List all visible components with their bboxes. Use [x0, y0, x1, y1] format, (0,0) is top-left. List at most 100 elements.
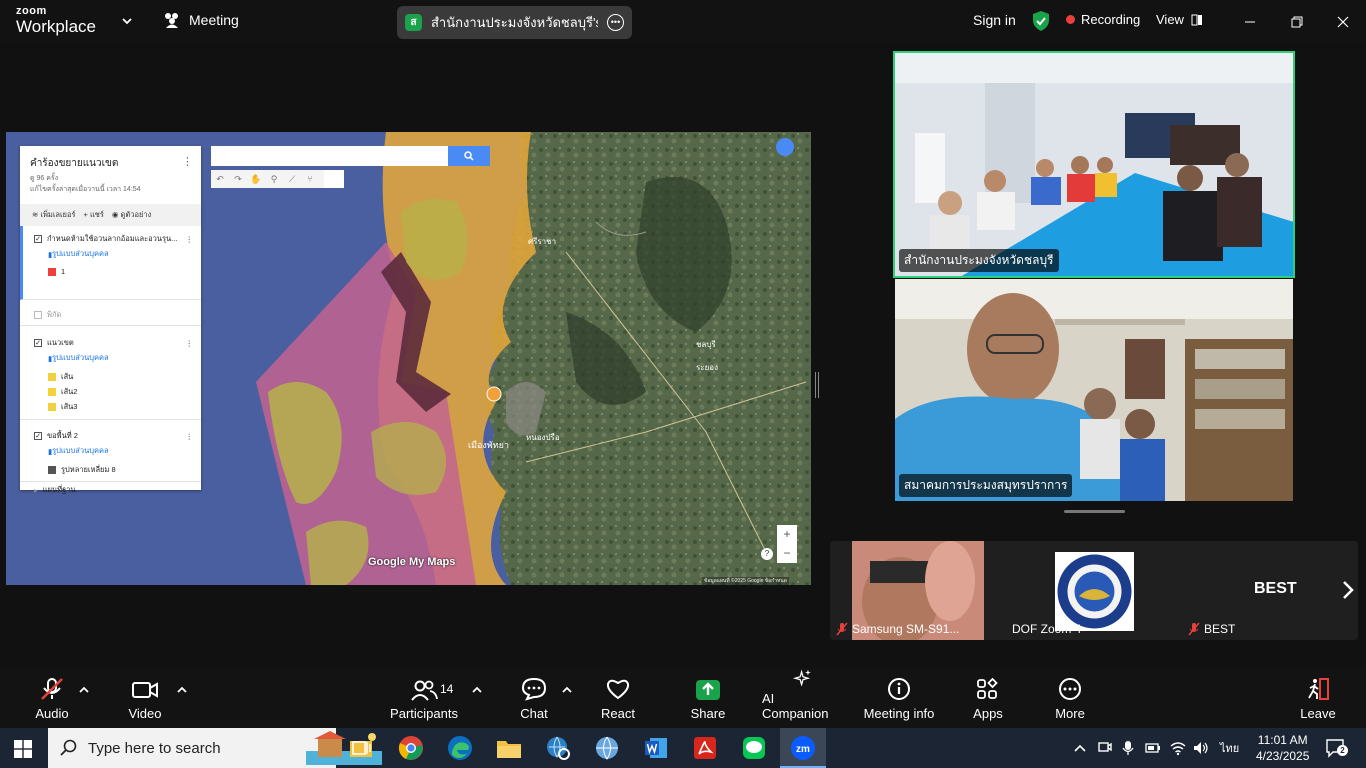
share-map-button[interactable]: + แชร์: [83, 209, 103, 221]
map-search-button[interactable]: [448, 146, 490, 166]
marker-icon[interactable]: ⚲: [265, 170, 283, 188]
edge-icon[interactable]: [445, 734, 475, 762]
preview-button[interactable]: ◉ ดูตัวอย่าง: [112, 209, 151, 221]
maximize-icon[interactable]: [1285, 10, 1309, 34]
layer-1-header[interactable]: ✓ กำหนดห้ามใช้อวนลากอ้อมและอวนรุน... ⋮: [20, 233, 201, 245]
layer-3-item[interactable]: เส้น3: [20, 401, 201, 413]
tile-label: DOF Zoom 4: [1012, 622, 1081, 636]
more-button[interactable]: More: [1048, 669, 1092, 728]
chevron-up-icon[interactable]: [471, 685, 483, 695]
chat-button[interactable]: Chat: [512, 669, 556, 728]
resize-handle[interactable]: [1064, 510, 1125, 513]
participants-button[interactable]: Participants: [390, 669, 458, 728]
chevron-up-icon[interactable]: [78, 685, 90, 695]
map-search-input[interactable]: [211, 146, 448, 166]
kebab-menu-icon[interactable]: ⋮: [186, 432, 194, 441]
view-button[interactable]: View: [1156, 12, 1203, 27]
system-clock[interactable]: 11:01 AM 4/23/2025: [1256, 732, 1309, 764]
file-explorer-icon[interactable]: [494, 734, 524, 762]
video-tile[interactable]: สมาคมการประมงสมุทรปราการ: [895, 279, 1293, 501]
layer-4-checkbox[interactable]: ✓: [34, 432, 42, 440]
layer-2-checkbox[interactable]: [34, 311, 42, 319]
layer-2-header[interactable]: พิกัด: [20, 309, 201, 321]
line-app-icon[interactable]: [739, 734, 769, 762]
undo-icon[interactable]: ↶: [211, 170, 229, 188]
more-icon[interactable]: •••: [607, 14, 624, 31]
layer-4-style[interactable]: ▮ รูปแบบส่วนบุคคล: [20, 445, 201, 457]
share-button[interactable]: Share: [686, 669, 730, 728]
layer-3-item[interactable]: เส้น: [20, 371, 201, 383]
wifi-icon[interactable]: [1170, 740, 1186, 756]
add-layer-button[interactable]: ≋ เพิ่มเลเยอร์: [32, 209, 75, 221]
sign-in-button[interactable]: Sign in: [973, 12, 1016, 28]
kebab-menu-icon[interactable]: ⋮: [186, 235, 194, 244]
basemap-toggle[interactable]: ▸ แผนที่ฐาน: [20, 484, 201, 496]
leave-button[interactable]: Leave: [1296, 669, 1340, 728]
line-icon: [48, 373, 56, 381]
kebab-menu-icon[interactable]: ⋮: [182, 155, 193, 168]
directions-icon[interactable]: ⑂: [301, 170, 319, 188]
kebab-menu-icon[interactable]: ⋮: [186, 339, 194, 348]
battery-icon[interactable]: [1145, 741, 1161, 755]
layer-1-style[interactable]: ▮ รูปแบบส่วนบุคคล: [20, 248, 201, 260]
layer-3-style[interactable]: ▮ รูปแบบส่วนบุคคล: [20, 352, 201, 364]
participant-tile[interactable]: DOF Zoom 4: [1006, 541, 1182, 640]
participant-tile[interactable]: Samsung SM-S91...: [830, 541, 1006, 640]
help-icon[interactable]: ?: [761, 548, 773, 560]
chevron-up-icon[interactable]: [1073, 742, 1087, 754]
sparkle-icon: [792, 669, 811, 686]
taskbar-search-input[interactable]: Type here to search: [48, 728, 382, 768]
chevron-up-icon[interactable]: [561, 685, 573, 695]
zoom-app-icon[interactable]: zm: [788, 734, 818, 762]
terms-link[interactable]: ข้อกำหนด: [765, 578, 787, 584]
map-title[interactable]: คำร้องขยายแนวเขต: [30, 156, 118, 171]
network-app-icon[interactable]: [543, 734, 573, 762]
compass-icon[interactable]: [776, 138, 794, 156]
minimize-icon[interactable]: [1238, 10, 1262, 34]
chevron-up-icon[interactable]: [176, 685, 188, 695]
globe-app-icon[interactable]: [592, 734, 622, 762]
hand-icon[interactable]: ✋: [247, 170, 265, 188]
shield-check-icon[interactable]: [1031, 10, 1051, 32]
zoom-in-button[interactable]: +: [777, 525, 797, 544]
meeting-tab[interactable]: Meeting: [163, 12, 239, 28]
zoom-logo: zoom Workplace: [16, 6, 96, 36]
microphone-icon[interactable]: [1122, 740, 1134, 756]
video-button[interactable]: Video: [122, 669, 168, 728]
shared-screen[interactable]: ชลบุรี ระยอง เมืองพัทยา หนองปรือ ศรีราชา…: [6, 132, 811, 585]
word-icon[interactable]: [641, 734, 671, 762]
video-tile-active[interactable]: สำนักงานประมงจังหวัดชลบุรี: [893, 51, 1295, 278]
react-button[interactable]: React: [596, 669, 640, 728]
layer-3-header[interactable]: ✓ แนวเขต ⋮: [20, 337, 201, 349]
ai-companion-button[interactable]: AI Companion: [762, 669, 844, 728]
layer-3-item[interactable]: เส้น2: [20, 386, 201, 398]
acrobat-icon[interactable]: [690, 734, 720, 762]
chevron-down-icon[interactable]: [120, 14, 134, 28]
share-screen-icon: [696, 680, 720, 700]
windows-start-icon[interactable]: [14, 740, 32, 758]
close-icon[interactable]: [1331, 10, 1355, 34]
screen-share-indicator[interactable]: ส สำนักงานประมงจังหวัดชลบุรี's screen ••…: [397, 6, 632, 39]
audio-button[interactable]: Audio: [30, 669, 74, 728]
layer-3-checkbox[interactable]: ✓: [34, 339, 42, 347]
apps-button[interactable]: Apps: [966, 669, 1010, 728]
layer-4-header[interactable]: ✓ ขอพื้นที่ 2 ⋮: [20, 430, 201, 442]
redo-icon[interactable]: ↷: [229, 170, 247, 188]
volume-icon[interactable]: [1193, 740, 1209, 756]
map-zoom-control: + −: [777, 525, 797, 563]
ruler-icon[interactable]: [324, 170, 344, 188]
meeting-info-button[interactable]: Meeting info: [862, 669, 936, 728]
panel-resize-handle[interactable]: [815, 372, 819, 398]
draw-line-icon[interactable]: ⟋: [283, 170, 301, 188]
zoom-out-button[interactable]: −: [777, 544, 797, 563]
notification-center[interactable]: 2: [1325, 738, 1348, 758]
camera-icon[interactable]: [1098, 740, 1112, 754]
layer-4-item[interactable]: รูปหลายเหลี่ยม 8: [20, 464, 201, 476]
input-language[interactable]: ไทย: [1220, 739, 1239, 757]
task-view-icon[interactable]: [346, 734, 376, 762]
layer-1-item[interactable]: 1: [20, 267, 201, 276]
chevron-right-icon[interactable]: [1340, 579, 1356, 601]
recording-indicator[interactable]: Recording: [1066, 12, 1140, 27]
layer-1-checkbox[interactable]: ✓: [34, 235, 42, 243]
chrome-icon[interactable]: [396, 734, 426, 762]
